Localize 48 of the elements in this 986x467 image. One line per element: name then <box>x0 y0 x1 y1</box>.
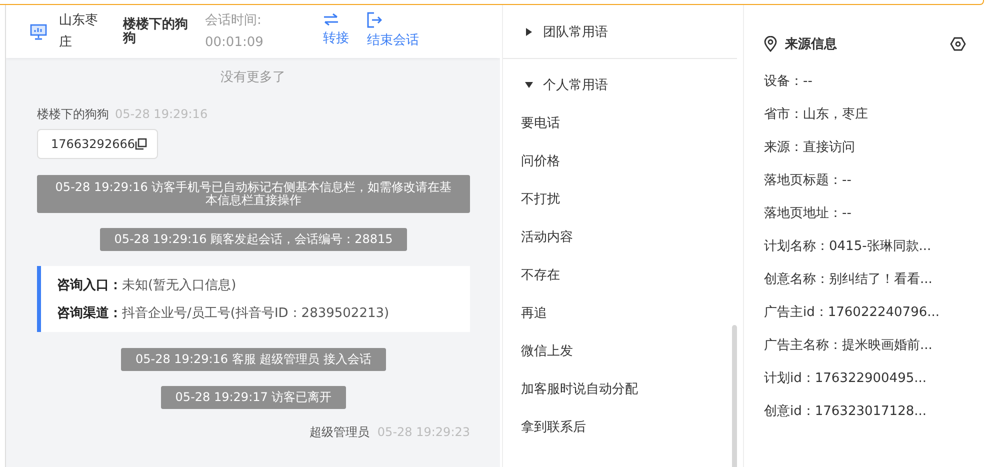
no-more-text: 没有更多了 <box>220 69 286 86</box>
phrase-item[interactable]: 不存在 <box>503 256 560 294</box>
info-row-text: 咨询渠道：抖音企业号/员工号(抖音号ID：2839502213) <box>57 304 390 322</box>
source-field: 落地页地址：-- <box>764 197 966 230</box>
source-field: 设备：-- <box>764 65 966 98</box>
phrase-group-header[interactable]: 团队常用语 <box>503 5 737 59</box>
scrollbar[interactable] <box>732 325 737 467</box>
phrase-item[interactable]: 加客服时说自动分配 <box>503 370 638 408</box>
monitor-icon <box>30 24 47 40</box>
message-time: 05-28 19:29:23 <box>377 425 470 439</box>
transfer-arrows-icon <box>323 13 339 26</box>
system-message: 05-28 19:29:16 访客手机号已自动标记右侧基本信息栏，如需修改请在基本信息栏直接操作 <box>37 175 470 213</box>
visitor-location: 山东枣庄 <box>59 12 99 52</box>
source-field: 落地页标题：-- <box>764 164 966 197</box>
exit-icon <box>367 12 382 28</box>
section-title: 来源信息 <box>785 36 837 53</box>
sender-name: 超级管理员 <box>309 425 370 439</box>
end-button[interactable]: 结束会话 <box>367 12 419 52</box>
source-field: 广告主名称：提米映画婚前... <box>764 329 966 362</box>
source-field: 创意名称：别纠结了！看看... <box>764 263 966 296</box>
phrase-item[interactable]: 拿到联系后 <box>503 408 586 446</box>
session-time: 00:01:09 <box>205 34 264 52</box>
location-pin-icon <box>764 36 777 52</box>
system-message: 05-28 19:29:17 访客已离开 <box>161 386 346 409</box>
source-field: 计划id：176322900495... <box>764 362 966 395</box>
caret-down-icon <box>525 81 533 89</box>
phrase-item[interactable]: 活动内容 <box>503 218 573 256</box>
system-message: 05-28 19:29:16 客服 超级管理员 接入会话 <box>121 348 386 371</box>
session-time-label: 会话时间: <box>205 12 262 30</box>
transfer-button[interactable]: 转接 <box>323 13 349 50</box>
settings-icon[interactable] <box>950 36 966 52</box>
visitor-name: 楼楼下的狗狗 <box>123 18 189 46</box>
sender-name: 楼楼下的狗狗 <box>37 107 109 121</box>
phrase-item[interactable]: 不打扰 <box>503 180 560 218</box>
info-row-text: 咨询入口：未知(暂无入口信息) <box>57 276 238 294</box>
source-field: 计划名称：0415-张琳同款... <box>764 230 966 263</box>
phrase-item[interactable]: 问价格 <box>503 142 560 180</box>
source-field: 来源：直接访问 <box>764 131 966 164</box>
system-message: 05-28 19:29:16 顾客发起会话，会话编号：28815 <box>100 228 407 251</box>
caret-right-icon <box>525 28 533 36</box>
phrase-item[interactable]: 微信上发 <box>503 332 573 370</box>
source-field: 创意id：176323017128... <box>764 395 966 428</box>
copy-icon[interactable] <box>134 138 147 150</box>
message-time: 05-28 19:29:16 <box>115 107 208 121</box>
source-field: 广告主id：176022240796... <box>764 296 966 329</box>
message-bubble: 17663292666 <box>37 129 158 159</box>
source-field: 省市：山东，枣庄 <box>764 98 966 131</box>
phrase-item[interactable]: 再追 <box>503 294 547 332</box>
